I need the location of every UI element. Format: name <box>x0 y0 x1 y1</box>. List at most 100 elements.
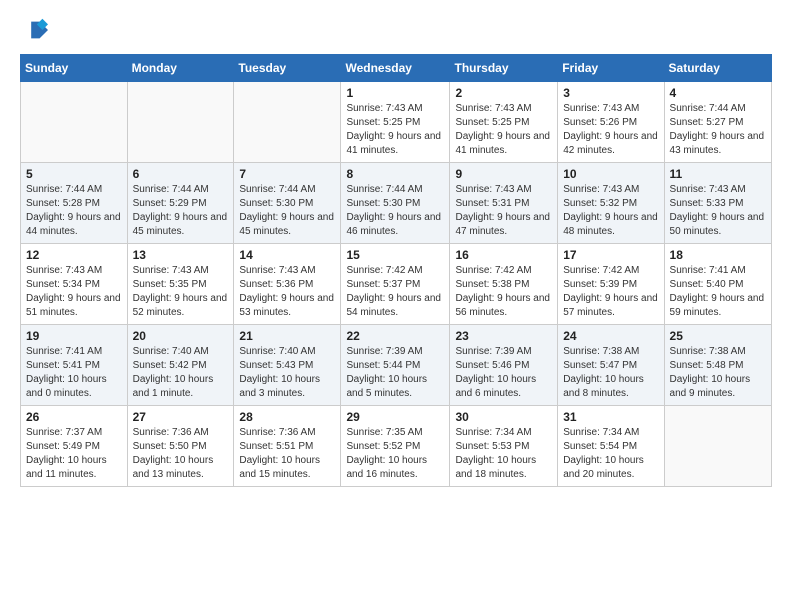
day-cell: 31 Sunrise: 7:34 AM Sunset: 5:54 PM Dayli… <box>558 406 664 487</box>
day-cell: 24Sunrise: 7:38 AM Sunset: 5:47 PM Dayli… <box>558 325 664 406</box>
day-number: 5 <box>26 167 122 181</box>
day-cell: 11 Sunrise: 7:43 AM Sunset: 5:33 PM Dayli… <box>664 163 771 244</box>
day-info: Sunrise: 7:39 AM Sunset: 5:46 PM Dayligh… <box>455 345 552 401</box>
header <box>20 16 772 44</box>
day-cell: 28Sunrise: 7:36 AM Sunset: 5:51 PM Dayli… <box>234 406 341 487</box>
day-number: 19 <box>26 329 122 343</box>
day-info: Sunrise: 7:43 AM Sunset: 5:36 PM Dayligh… <box>239 264 335 320</box>
day-info: Sunrise: 7:34 AM Sunset: 5:53 PM Dayligh… <box>455 426 552 482</box>
day-number: 10 <box>563 167 658 181</box>
day-number: 29 <box>346 410 444 424</box>
day-number: 6 <box>133 167 229 181</box>
weekday-header-sunday: Sunday <box>21 55 128 82</box>
logo-icon <box>20 16 48 44</box>
week-row-2: 5 Sunrise: 7:44 AM Sunset: 5:28 PM Daylig… <box>21 163 772 244</box>
logo <box>20 16 52 44</box>
day-info: Sunrise: 7:44 AM Sunset: 5:27 PM Dayligh… <box>670 102 766 158</box>
day-info: Sunrise: 7:41 AM Sunset: 5:40 PM Dayligh… <box>670 264 766 320</box>
day-cell: 10Sunrise: 7:43 AM Sunset: 5:32 PM Dayli… <box>558 163 664 244</box>
day-info: Sunrise: 7:40 AM Sunset: 5:42 PM Dayligh… <box>133 345 229 401</box>
day-number: 7 <box>239 167 335 181</box>
day-cell: 2 Sunrise: 7:43 AM Sunset: 5:25 PM Daylig… <box>450 82 558 163</box>
calendar-table: SundayMondayTuesdayWednesdayThursdayFrid… <box>20 54 772 487</box>
day-cell: 25 Sunrise: 7:38 AM Sunset: 5:48 PM Dayli… <box>664 325 771 406</box>
day-number: 31 <box>563 410 658 424</box>
day-info: Sunrise: 7:42 AM Sunset: 5:38 PM Dayligh… <box>455 264 552 320</box>
week-row-4: 19 Sunrise: 7:41 AM Sunset: 5:41 PM Dayli… <box>21 325 772 406</box>
day-info: Sunrise: 7:37 AM Sunset: 5:49 PM Dayligh… <box>26 426 122 482</box>
week-row-3: 12 Sunrise: 7:43 AM Sunset: 5:34 PM Dayli… <box>21 244 772 325</box>
day-info: Sunrise: 7:44 AM Sunset: 5:30 PM Dayligh… <box>346 183 444 239</box>
day-info: Sunrise: 7:44 AM Sunset: 5:29 PM Dayligh… <box>133 183 229 239</box>
day-cell: 22Sunrise: 7:39 AM Sunset: 5:44 PM Dayli… <box>341 325 450 406</box>
weekday-header-friday: Friday <box>558 55 664 82</box>
day-number: 18 <box>670 248 766 262</box>
day-info: Sunrise: 7:43 AM Sunset: 5:35 PM Dayligh… <box>133 264 229 320</box>
day-number: 13 <box>133 248 229 262</box>
day-cell: 23 Sunrise: 7:39 AM Sunset: 5:46 PM Dayli… <box>450 325 558 406</box>
day-number: 2 <box>455 86 552 100</box>
day-info: Sunrise: 7:43 AM Sunset: 5:25 PM Dayligh… <box>346 102 444 158</box>
day-number: 20 <box>133 329 229 343</box>
day-info: Sunrise: 7:38 AM Sunset: 5:48 PM Dayligh… <box>670 345 766 401</box>
day-number: 24 <box>563 329 658 343</box>
day-cell: 27Sunrise: 7:36 AM Sunset: 5:50 PM Dayli… <box>127 406 234 487</box>
day-cell: 14 Sunrise: 7:43 AM Sunset: 5:36 PM Dayli… <box>234 244 341 325</box>
day-info: Sunrise: 7:41 AM Sunset: 5:41 PM Dayligh… <box>26 345 122 401</box>
day-number: 14 <box>239 248 335 262</box>
day-info: Sunrise: 7:44 AM Sunset: 5:28 PM Dayligh… <box>26 183 122 239</box>
day-cell: 29Sunrise: 7:35 AM Sunset: 5:52 PM Dayli… <box>341 406 450 487</box>
weekday-header-saturday: Saturday <box>664 55 771 82</box>
day-info: Sunrise: 7:43 AM Sunset: 5:31 PM Dayligh… <box>455 183 552 239</box>
day-info: Sunrise: 7:34 AM Sunset: 5:54 PM Dayligh… <box>563 426 658 482</box>
day-info: Sunrise: 7:42 AM Sunset: 5:39 PM Dayligh… <box>563 264 658 320</box>
day-number: 23 <box>455 329 552 343</box>
weekday-header-row: SundayMondayTuesdayWednesdayThursdayFrid… <box>21 55 772 82</box>
day-number: 26 <box>26 410 122 424</box>
day-info: Sunrise: 7:43 AM Sunset: 5:33 PM Dayligh… <box>670 183 766 239</box>
day-cell: 9 Sunrise: 7:43 AM Sunset: 5:31 PM Daylig… <box>450 163 558 244</box>
day-cell <box>234 82 341 163</box>
weekday-header-monday: Monday <box>127 55 234 82</box>
day-info: Sunrise: 7:39 AM Sunset: 5:44 PM Dayligh… <box>346 345 444 401</box>
day-cell: 18 Sunrise: 7:41 AM Sunset: 5:40 PM Dayli… <box>664 244 771 325</box>
day-number: 1 <box>346 86 444 100</box>
day-info: Sunrise: 7:36 AM Sunset: 5:51 PM Dayligh… <box>239 426 335 482</box>
day-cell: 1 Sunrise: 7:43 AM Sunset: 5:25 PM Daylig… <box>341 82 450 163</box>
day-number: 21 <box>239 329 335 343</box>
day-info: Sunrise: 7:43 AM Sunset: 5:34 PM Dayligh… <box>26 264 122 320</box>
day-number: 25 <box>670 329 766 343</box>
weekday-header-tuesday: Tuesday <box>234 55 341 82</box>
day-info: Sunrise: 7:43 AM Sunset: 5:26 PM Dayligh… <box>563 102 658 158</box>
day-cell: 6 Sunrise: 7:44 AM Sunset: 5:29 PM Daylig… <box>127 163 234 244</box>
day-cell: 15 Sunrise: 7:42 AM Sunset: 5:37 PM Dayli… <box>341 244 450 325</box>
day-info: Sunrise: 7:44 AM Sunset: 5:30 PM Dayligh… <box>239 183 335 239</box>
day-cell: 5 Sunrise: 7:44 AM Sunset: 5:28 PM Daylig… <box>21 163 128 244</box>
day-number: 3 <box>563 86 658 100</box>
day-number: 11 <box>670 167 766 181</box>
day-cell: 20 Sunrise: 7:40 AM Sunset: 5:42 PM Dayli… <box>127 325 234 406</box>
day-cell: 4 Sunrise: 7:44 AM Sunset: 5:27 PM Daylig… <box>664 82 771 163</box>
day-cell: 3 Sunrise: 7:43 AM Sunset: 5:26 PM Daylig… <box>558 82 664 163</box>
day-number: 8 <box>346 167 444 181</box>
day-cell: 30Sunrise: 7:34 AM Sunset: 5:53 PM Dayli… <box>450 406 558 487</box>
day-cell: 13 Sunrise: 7:43 AM Sunset: 5:35 PM Dayli… <box>127 244 234 325</box>
week-row-1: 1 Sunrise: 7:43 AM Sunset: 5:25 PM Daylig… <box>21 82 772 163</box>
day-cell: 21 Sunrise: 7:40 AM Sunset: 5:43 PM Dayli… <box>234 325 341 406</box>
day-info: Sunrise: 7:40 AM Sunset: 5:43 PM Dayligh… <box>239 345 335 401</box>
day-cell: 17 Sunrise: 7:42 AM Sunset: 5:39 PM Dayli… <box>558 244 664 325</box>
weekday-header-thursday: Thursday <box>450 55 558 82</box>
day-cell <box>127 82 234 163</box>
day-number: 4 <box>670 86 766 100</box>
day-number: 9 <box>455 167 552 181</box>
day-info: Sunrise: 7:43 AM Sunset: 5:25 PM Dayligh… <box>455 102 552 158</box>
day-number: 15 <box>346 248 444 262</box>
day-info: Sunrise: 7:36 AM Sunset: 5:50 PM Dayligh… <box>133 426 229 482</box>
day-cell: 16Sunrise: 7:42 AM Sunset: 5:38 PM Dayli… <box>450 244 558 325</box>
day-number: 17 <box>563 248 658 262</box>
day-cell: 12 Sunrise: 7:43 AM Sunset: 5:34 PM Dayli… <box>21 244 128 325</box>
day-cell: 8 Sunrise: 7:44 AM Sunset: 5:30 PM Daylig… <box>341 163 450 244</box>
day-info: Sunrise: 7:42 AM Sunset: 5:37 PM Dayligh… <box>346 264 444 320</box>
day-cell: 7 Sunrise: 7:44 AM Sunset: 5:30 PM Daylig… <box>234 163 341 244</box>
day-number: 12 <box>26 248 122 262</box>
